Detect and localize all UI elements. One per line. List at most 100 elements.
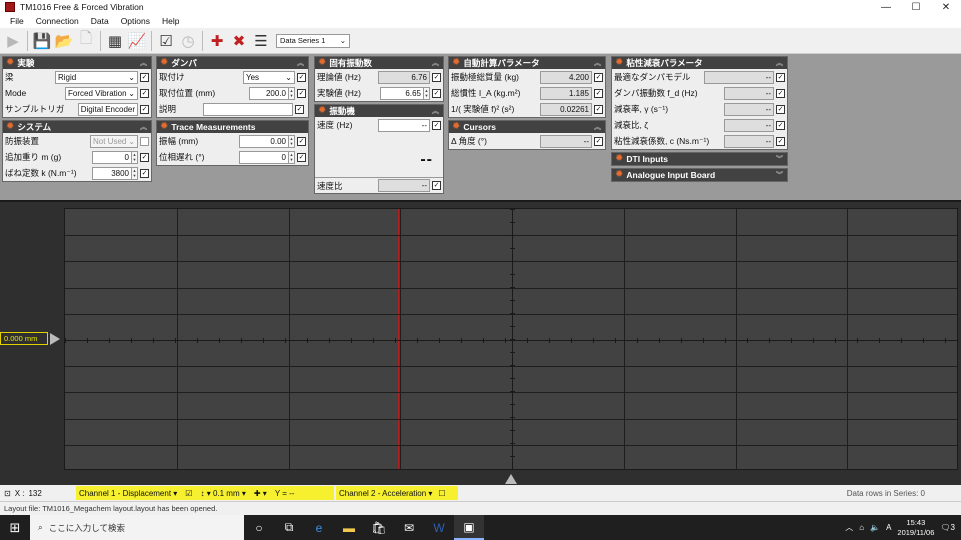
amplitude-stepper[interactable]: 0.00 ▲ ▼ — [239, 134, 295, 148]
phase-lag-input[interactable]: 0 — [239, 150, 289, 164]
checkbox[interactable]: ✓ — [295, 104, 304, 114]
checkbox[interactable]: ✓ — [432, 181, 441, 190]
measured-frequency-input[interactable]: 6.65 — [380, 86, 424, 100]
spinner-icon[interactable]: ▲ ▼ — [289, 134, 295, 148]
close-file-icon[interactable]: 🗋 — [76, 30, 96, 51]
checkbox[interactable]: ✓ — [297, 88, 306, 98]
collapse-icon[interactable]: ︽ — [432, 106, 443, 116]
checkbox[interactable]: ✓ — [140, 168, 149, 178]
checkbox[interactable]: ✓ — [776, 120, 785, 130]
offset-icon[interactable]: ✚ ▾ — [254, 489, 267, 498]
checkbox[interactable]: ✓ — [594, 104, 603, 114]
spinner-icon[interactable]: ▲ ▼ — [132, 166, 138, 180]
store-icon[interactable]: 🛍 — [364, 515, 394, 540]
panel-header[interactable]: ✹ DTI Inputs ︾ — [612, 153, 787, 165]
checkbox[interactable]: ✓ — [594, 136, 603, 146]
collapse-icon[interactable]: ︽ — [297, 58, 308, 68]
damper-position-input[interactable]: 200.0 — [249, 86, 289, 100]
spinner-icon[interactable]: ▲ ▼ — [132, 150, 138, 164]
added-mass-stepper[interactable]: 0 ▲ ▼ — [92, 150, 138, 164]
collapse-icon[interactable]: ︽ — [432, 58, 443, 68]
collapse-icon[interactable]: ︽ — [140, 58, 151, 68]
dial-icon[interactable]: ◷ — [178, 31, 198, 51]
spinner-icon[interactable]: ▲ ▼ — [289, 150, 295, 164]
panel-header[interactable]: ✹ 固有振動数 ︽ — [315, 57, 443, 69]
checkbox[interactable]: ✓ — [776, 136, 785, 146]
chart-view-icon[interactable]: 📈 — [127, 31, 147, 51]
open-folder-icon[interactable]: 📂 — [54, 31, 74, 51]
das-app-icon[interactable]: ▣ — [454, 515, 484, 540]
add-series-icon[interactable]: ✚ — [207, 31, 227, 51]
menu-help[interactable]: Help — [156, 16, 185, 26]
phase-lag-stepper[interactable]: 0 ▲ ▼ — [239, 150, 295, 164]
ime-indicator[interactable]: A — [886, 523, 891, 532]
panel-header[interactable]: ✹ 自動計算パラメータ ︽ — [449, 57, 605, 69]
beam-select[interactable]: Rigid ⌄ — [55, 70, 138, 84]
task-view-icon[interactable]: ⧉ — [274, 515, 304, 540]
word-icon[interactable]: W — [424, 515, 454, 540]
isolator-select[interactable]: Not Used ⌄ — [90, 134, 138, 148]
plot-canvas[interactable] — [64, 208, 958, 470]
damper-fitted-select[interactable]: Yes ⌄ — [243, 70, 295, 84]
checkbox[interactable]: ✓ — [140, 72, 149, 82]
panel-header[interactable]: ✹ 粘性減衰パラメータ ︽ — [612, 57, 787, 69]
checkbox[interactable]: ✓ — [594, 72, 603, 82]
collapse-icon[interactable]: ︽ — [776, 58, 787, 68]
close-button[interactable]: ✕ — [931, 2, 961, 13]
added-mass-input[interactable]: 0 — [92, 150, 132, 164]
checkbox[interactable]: ✓ — [432, 88, 441, 98]
menu-connection[interactable]: Connection — [30, 16, 85, 26]
checkbox[interactable]: ✓ — [776, 72, 785, 82]
menu-data[interactable]: Data — [85, 16, 115, 26]
panel-header[interactable]: ✹ 実験 ︽ — [3, 57, 151, 69]
menu-options[interactable]: Options — [115, 16, 156, 26]
x-cursor-handle[interactable] — [505, 474, 517, 484]
volume-icon[interactable]: 🔈 — [870, 523, 880, 532]
edge-icon[interactable]: e — [304, 515, 334, 540]
table-view-icon[interactable]: ▦ — [105, 31, 125, 51]
checkbox[interactable] — [140, 136, 149, 146]
taskbar-search[interactable]: ⌕ ここに入力して検索 — [30, 515, 244, 540]
mode-select[interactable]: Forced Vibration ⌄ — [65, 86, 138, 100]
panel-header[interactable]: ✹ Trace Measurements — [157, 121, 308, 133]
checkbox[interactable]: ✓ — [776, 104, 785, 114]
file-explorer-icon[interactable]: ▬ — [334, 515, 364, 540]
checkbox[interactable]: ✓ — [297, 152, 306, 162]
amplitude-input[interactable]: 0.00 — [239, 134, 289, 148]
channel2-enabled-checkbox[interactable]: ☐ — [438, 489, 445, 498]
checkbox[interactable]: ✓ — [297, 72, 306, 82]
play-icon[interactable]: ▶ — [3, 31, 23, 51]
cortana-icon[interactable]: ○ — [244, 515, 274, 540]
maximize-button[interactable]: ☐ — [901, 2, 931, 13]
expand-icon[interactable]: ︾ — [776, 154, 787, 164]
damper-position-stepper[interactable]: 200.0 ▲ ▼ — [249, 86, 295, 100]
data-series-select[interactable]: Data Series 1 ⌄ — [276, 33, 350, 48]
checkbox[interactable]: ✓ — [140, 152, 149, 162]
delete-series-icon[interactable]: ✖ — [229, 31, 249, 51]
series-list-icon[interactable]: ☰ — [251, 31, 271, 51]
save-icon[interactable]: 💾 — [32, 31, 52, 51]
scale-select[interactable]: ↕ ▾ 0.1 mm ▾ — [200, 489, 245, 498]
mail-icon[interactable]: ✉ — [394, 515, 424, 540]
checkbox[interactable]: ✓ — [297, 136, 306, 146]
channel2-select[interactable]: Channel 2 - Acceleration ▾ — [339, 489, 432, 498]
panel-header[interactable]: ✹ Cursors ︽ — [449, 121, 605, 133]
checklist-icon[interactable]: ☑ — [156, 31, 176, 51]
spring-constant-stepper[interactable]: 3800 ▲ ▼ — [92, 166, 138, 180]
network-icon[interactable]: ⌂ — [859, 523, 864, 532]
clock[interactable]: 15:43 2019/11/06 — [897, 518, 934, 538]
spinner-icon[interactable]: ▲ ▼ — [424, 86, 430, 100]
measured-frequency-stepper[interactable]: 6.65 ▲ ▼ — [380, 86, 430, 100]
sample-trigger-field[interactable]: Digital Encoder — [78, 102, 138, 116]
panel-header[interactable]: ✹ ダンパ ︽ — [157, 57, 308, 69]
panel-header[interactable]: ✹ 振動機 ︽ — [315, 105, 443, 117]
minimize-button[interactable]: — — [871, 2, 901, 13]
collapse-icon[interactable]: ︽ — [140, 122, 151, 132]
checkbox[interactable]: ✓ — [140, 104, 149, 114]
expand-icon[interactable]: ︾ — [776, 170, 787, 180]
chevron-up-icon[interactable]: ︿ — [845, 522, 853, 533]
windows-start-icon[interactable]: ⊞ — [0, 520, 30, 536]
checkbox[interactable]: ✓ — [432, 120, 441, 130]
y-cursor-handle[interactable] — [50, 333, 60, 345]
speed-input[interactable]: -- — [378, 118, 430, 132]
